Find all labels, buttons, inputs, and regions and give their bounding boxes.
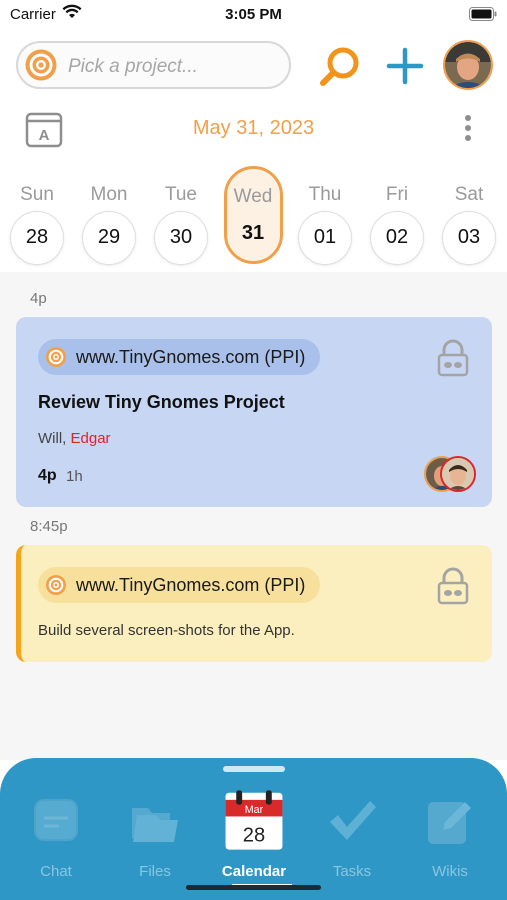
lock-icon[interactable]: [436, 567, 470, 605]
event-card[interactable]: www.TinyGnomes.com (PPI) Build several s…: [16, 545, 492, 662]
add-icon[interactable]: [384, 44, 426, 88]
lock-icon[interactable]: [436, 339, 470, 377]
day-number: 02: [385, 226, 409, 248]
day-fri[interactable]: Fri 02: [362, 166, 432, 266]
attendee-avatar: [440, 456, 476, 492]
project-picker[interactable]: Pick a project...: [16, 41, 291, 89]
attendee-name: Will,: [38, 430, 67, 447]
chat-icon: [34, 799, 78, 841]
day-tue[interactable]: Tue 30: [146, 166, 216, 266]
event-card[interactable]: www.TinyGnomes.com (PPI) Review Tiny Gno…: [16, 317, 492, 507]
status-time: 3:05 PM: [225, 6, 282, 23]
selected-day-highlight: [224, 166, 283, 264]
day-number: 01: [313, 226, 337, 248]
day-sat[interactable]: Sat 03: [434, 166, 504, 266]
event-attendees: Will, Edgar: [38, 430, 111, 447]
tab-label: Files: [139, 863, 171, 880]
status-bar: Carrier 3:05 PM: [0, 0, 507, 30]
tab-label: Tasks: [332, 863, 372, 880]
event-note: Build several screen-shots for the App.: [38, 622, 295, 639]
day-label: Mon: [90, 184, 128, 205]
day-number: 30: [169, 226, 193, 248]
checkmark-icon: [330, 801, 376, 840]
day-number: 31: [241, 222, 265, 244]
tab-label: Chat: [40, 863, 72, 880]
event-duration: 1h: [66, 468, 83, 485]
day-sun[interactable]: Sun 28: [2, 166, 72, 266]
event-title: Review Tiny Gnomes Project: [38, 392, 285, 412]
project-chip[interactable]: www.TinyGnomes.com (PPI): [38, 339, 321, 375]
user-avatar[interactable]: [443, 40, 493, 90]
tab-label: Calendar: [221, 863, 287, 880]
time-label-845p: 8:45p: [30, 518, 68, 535]
calendar-month: Mar: [245, 804, 264, 816]
target-icon: [25, 49, 57, 81]
calendar-icon: Mar 28: [225, 790, 283, 850]
bottom-tab-bar: Chat Files Mar 28 Calendar Tasks Wikis: [0, 758, 507, 900]
project-chip-label: www.TinyGnomes.com (PPI): [76, 347, 306, 367]
calendar-day: 28: [243, 824, 265, 846]
project-chip-label: www.TinyGnomes.com (PPI): [76, 575, 306, 595]
tab-calendar[interactable]: Mar 28 Calendar: [206, 788, 302, 888]
search-icon[interactable]: [318, 44, 362, 88]
more-options-icon[interactable]: [458, 112, 478, 146]
day-label: Tue: [164, 184, 198, 205]
schedule-list[interactable]: 4p www.TinyGnomes.com (PPI) Review Tiny …: [0, 272, 507, 760]
edit-icon: [428, 802, 471, 844]
tab-wikis[interactable]: Wikis: [402, 788, 498, 888]
battery-icon: [469, 7, 497, 21]
day-number: 28: [25, 226, 49, 248]
day-label: Sun: [20, 184, 54, 205]
current-date[interactable]: May 31, 2023: [0, 117, 507, 140]
day-number: 29: [97, 226, 121, 248]
day-label: Sat: [454, 184, 484, 205]
day-label: Thu: [308, 184, 342, 205]
target-icon: [46, 575, 66, 595]
target-icon: [46, 347, 66, 367]
day-mon[interactable]: Mon 29: [74, 166, 144, 266]
attendee-name-highlighted: Edgar: [70, 430, 111, 447]
day-thu[interactable]: Thu 01: [290, 166, 360, 266]
day-label: Wed: [233, 186, 273, 207]
time-label-4p: 4p: [30, 290, 47, 307]
folder-icon: [132, 808, 178, 842]
day-label: Fri: [385, 184, 409, 205]
drag-handle[interactable]: [223, 766, 285, 772]
project-chip[interactable]: www.TinyGnomes.com (PPI): [38, 567, 321, 603]
tab-files[interactable]: Files: [107, 788, 203, 888]
day-wed-selected[interactable]: Wed 31: [218, 166, 288, 266]
tab-chat[interactable]: Chat: [8, 788, 104, 888]
project-picker-placeholder: Pick a project...: [68, 56, 198, 77]
attendee-avatars: [424, 456, 478, 494]
day-number: 03: [457, 226, 481, 248]
tab-tasks[interactable]: Tasks: [304, 788, 400, 888]
event-start-time: 4p: [38, 467, 57, 484]
tab-label: Wikis: [432, 863, 468, 880]
home-indicator[interactable]: [186, 885, 321, 890]
